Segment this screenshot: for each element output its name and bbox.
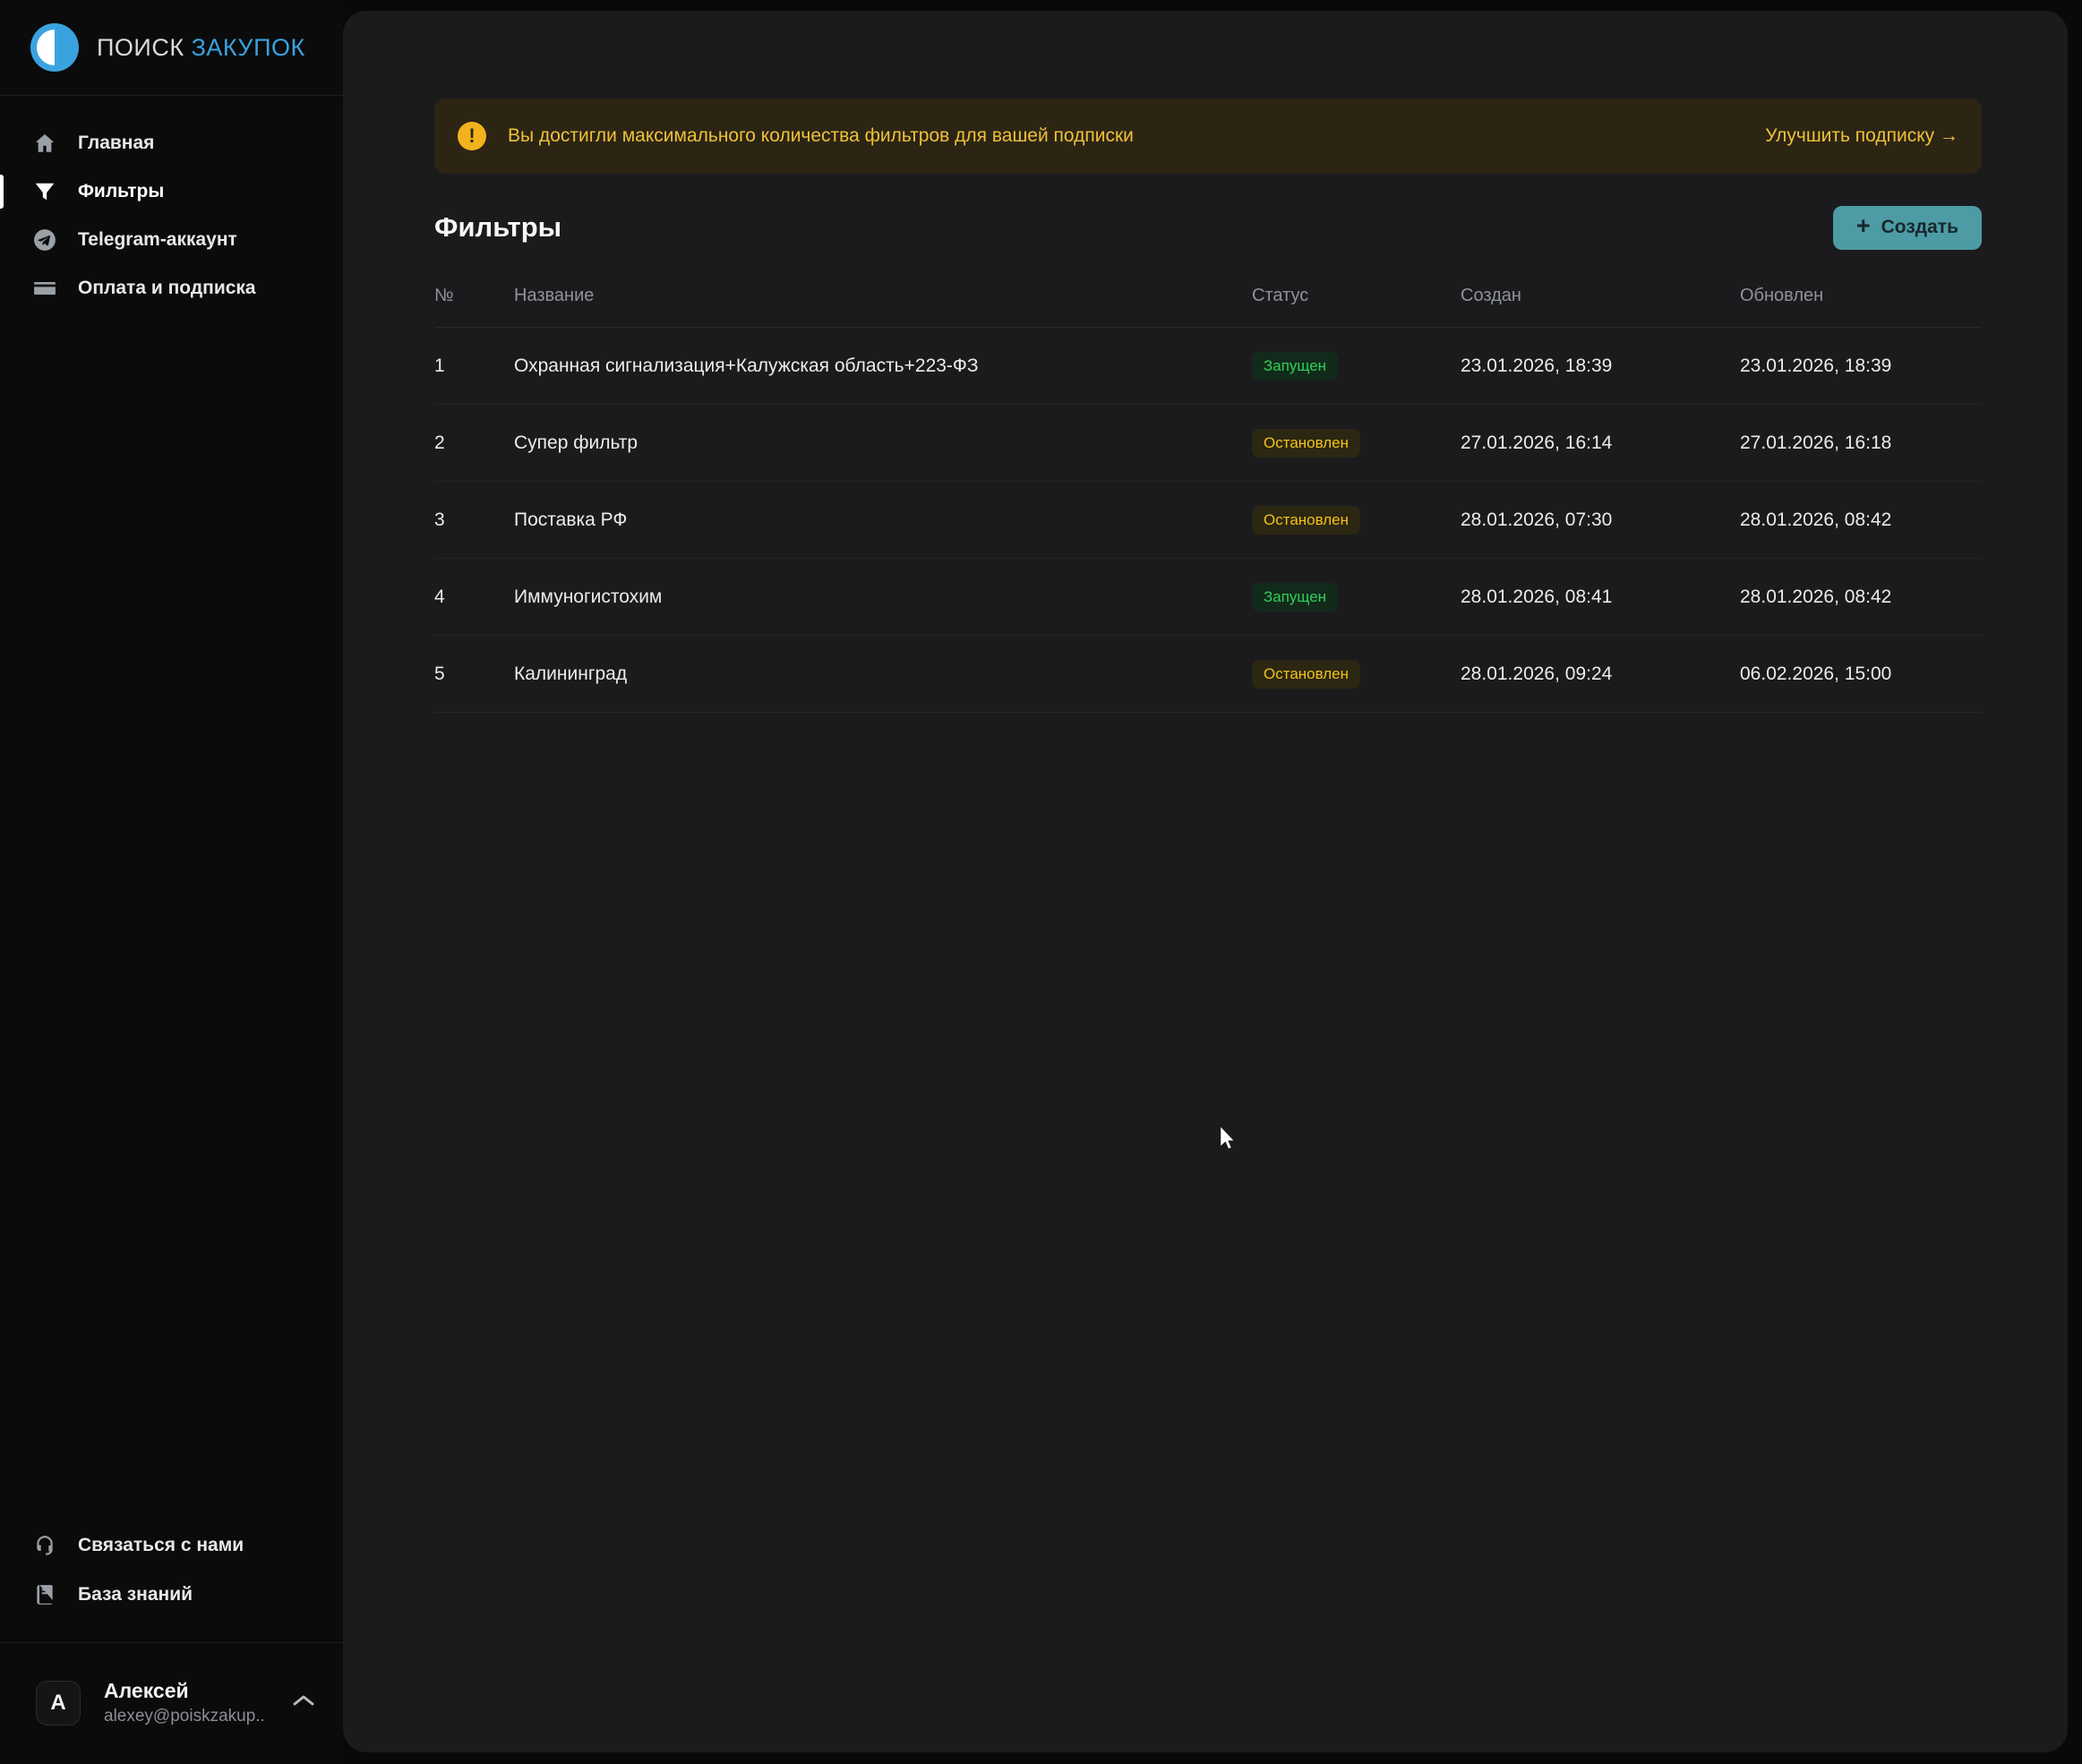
user-email: alexey@poiskzakup... [104, 1707, 266, 1726]
status-badge: Остановлен [1252, 429, 1360, 458]
chevron-up-icon [291, 1692, 316, 1713]
row-number: 4 [434, 587, 514, 608]
filters-table: № Название Статус Создан Обновлен 1 Охра… [434, 265, 1982, 713]
column-header-name: Название [514, 286, 1252, 306]
logo-part2: ЗАКУПОК [192, 34, 305, 61]
book-icon [33, 1583, 56, 1606]
create-filter-button[interactable]: + Создать [1833, 206, 1982, 250]
sidebar-item-label: Оплата и подписка [78, 278, 256, 299]
page-header: Фильтры + Создать [434, 204, 1982, 251]
updated-date: 27.01.2026, 16:18 [1740, 432, 1982, 454]
column-header-created: Создан [1461, 286, 1740, 306]
table-row[interactable]: 5 Калининград Остановлен 28.01.2026, 09:… [434, 636, 1982, 713]
updated-date: 28.01.2026, 08:42 [1740, 587, 1982, 608]
table-row[interactable]: 4 Иммуногистохим Запущен 28.01.2026, 08:… [434, 559, 1982, 636]
status-badge: Остановлен [1252, 660, 1360, 689]
sidebar-item-telegram[interactable]: Telegram-аккаунт [0, 216, 343, 264]
user-meta: Алексей alexey@poiskzakup... [104, 1679, 266, 1726]
headset-icon [33, 1534, 56, 1557]
table-header-row: № Название Статус Создан Обновлен [434, 265, 1982, 328]
created-date: 28.01.2026, 09:24 [1461, 664, 1740, 685]
page-title: Фильтры [434, 211, 561, 244]
filter-name: Иммуногистохим [514, 587, 1252, 608]
sidebar-item-knowledge-base[interactable]: База знаний [0, 1570, 343, 1619]
sidebar-item-label: Telegram-аккаунт [78, 229, 237, 251]
sidebar-item-label: Фильтры [78, 181, 164, 202]
warning-icon: ! [458, 122, 486, 150]
sidebar-item-label: Главная [78, 133, 154, 154]
filter-name: Калининград [514, 664, 1252, 685]
plus-icon: + [1856, 214, 1871, 238]
updated-date: 23.01.2026, 18:39 [1740, 355, 1982, 377]
filter-name: Поставка РФ [514, 510, 1252, 531]
user-name: Алексей [104, 1679, 266, 1703]
table-row[interactable]: 3 Поставка РФ Остановлен 28.01.2026, 07:… [434, 482, 1982, 559]
upgrade-subscription-link[interactable]: Улучшить подписку → [1765, 125, 1958, 147]
status-badge: Остановлен [1252, 506, 1360, 535]
sidebar-item-filters[interactable]: Фильтры [0, 167, 343, 216]
avatar: A [36, 1681, 81, 1725]
logo-part1: ПОИСК [97, 34, 184, 61]
created-date: 23.01.2026, 18:39 [1461, 355, 1740, 377]
created-date: 27.01.2026, 16:14 [1461, 432, 1740, 454]
filter-name: Охранная сигнализация+Калужская область+… [514, 355, 1252, 377]
sidebar-item-label: База знаний [78, 1584, 193, 1606]
status-badge: Запущен [1252, 352, 1338, 381]
created-date: 28.01.2026, 07:30 [1461, 510, 1740, 531]
sidebar-item-payment[interactable]: Оплата и подписка [0, 264, 343, 313]
logo-text: ПОИСК ЗАКУПОК [97, 34, 305, 62]
column-header-updated: Обновлен [1740, 286, 1982, 306]
main-content: ! Вы достигли максимального количества ф… [343, 11, 2068, 1752]
subscription-limit-banner: ! Вы достигли максимального количества ф… [434, 98, 1982, 174]
home-icon [33, 132, 56, 155]
sidebar-item-contact-us[interactable]: Связаться с нами [0, 1520, 343, 1570]
sidebar-nav: Главная Фильтры Telegram-аккаунт Оплата … [0, 119, 343, 313]
row-number: 2 [434, 432, 514, 454]
banner-message: Вы достигли максимального количества фил… [508, 125, 1134, 147]
logo-icon [30, 23, 79, 72]
filter-icon [33, 180, 56, 203]
row-number: 3 [434, 510, 514, 531]
telegram-icon [33, 228, 56, 252]
sidebar-footer: Связаться с нами База знаний A Алексей a… [0, 1520, 343, 1764]
app-root: { "logo": { "part1": "ПОИСК", "part2": "… [0, 0, 2082, 1764]
table-row[interactable]: 2 Супер фильтр Остановлен 27.01.2026, 16… [434, 405, 1982, 482]
row-number: 1 [434, 355, 514, 377]
created-date: 28.01.2026, 08:41 [1461, 587, 1740, 608]
user-menu[interactable]: A Алексей alexey@poiskzakup... [0, 1643, 343, 1764]
row-number: 5 [434, 664, 514, 685]
filter-name: Супер фильтр [514, 432, 1252, 454]
table-row[interactable]: 1 Охранная сигнализация+Калужская област… [434, 328, 1982, 405]
updated-date: 06.02.2026, 15:00 [1740, 664, 1982, 685]
logo[interactable]: ПОИСК ЗАКУПОК [0, 0, 343, 96]
create-button-label: Создать [1881, 217, 1958, 238]
column-header-number: № [434, 286, 514, 306]
status-badge: Запущен [1252, 583, 1338, 612]
updated-date: 28.01.2026, 08:42 [1740, 510, 1982, 531]
sidebar-item-label: Связаться с нами [78, 1535, 244, 1556]
credit-card-icon [33, 277, 56, 300]
sidebar-item-home[interactable]: Главная [0, 119, 343, 167]
sidebar: ПОИСК ЗАКУПОК Главная Фильтры Telegram-а… [0, 0, 343, 1764]
column-header-status: Статус [1252, 286, 1461, 306]
